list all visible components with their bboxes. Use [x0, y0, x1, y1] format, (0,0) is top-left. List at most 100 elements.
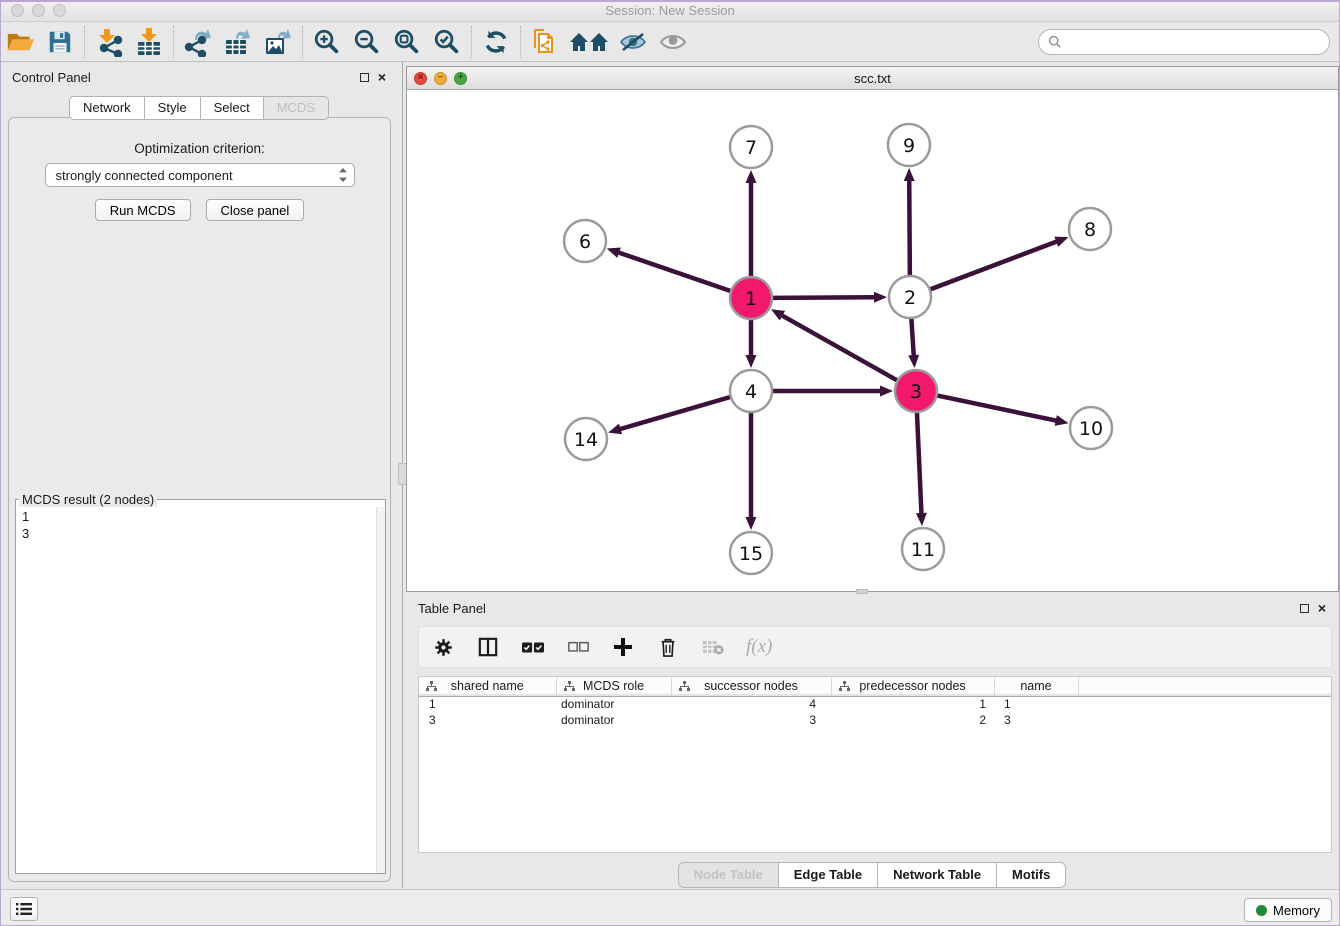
node-table: shared name MCDS role successor nodes pr… [418, 676, 1332, 853]
control-panel-tabs: Network Style Select MCDS [0, 96, 398, 120]
close-panel-icon[interactable]: × [378, 72, 386, 82]
zoom-fit-button[interactable] [387, 25, 427, 59]
close-panel-button[interactable]: Close panel [206, 199, 305, 221]
hierarchy-icon [426, 681, 437, 692]
tab-select[interactable]: Select [201, 96, 264, 120]
select-all-icon [522, 641, 544, 654]
tab-mcds[interactable]: MCDS [264, 96, 329, 120]
columns-icon [478, 637, 498, 657]
tab-network-table[interactable]: Network Table [878, 862, 997, 888]
deselect-all-icon [568, 641, 589, 653]
float-table-panel-icon[interactable] [1300, 604, 1309, 613]
table-panel-title: Table Panel [418, 601, 486, 616]
import-table-icon [134, 27, 164, 57]
column-header-mcds-role[interactable]: MCDS role [556, 677, 671, 696]
zoom-selected-button[interactable] [427, 25, 467, 59]
show-all-button[interactable] [653, 25, 693, 59]
column-header-successor-nodes[interactable]: successor nodes [671, 677, 831, 696]
network-close-button[interactable]: × [414, 72, 427, 85]
graph-node-label-8: 8 [1084, 219, 1096, 241]
graph-arrowhead [916, 513, 927, 526]
function-builder-button[interactable]: f(x) [746, 636, 772, 658]
mcds-result-title: MCDS result (2 nodes) [19, 492, 157, 507]
graph-node-label-4: 4 [745, 381, 757, 403]
table-header-row: shared name MCDS role successor nodes pr… [419, 677, 1331, 696]
graph-edge-3-11[interactable] [917, 413, 922, 515]
column-header-shared-name[interactable]: shared name [419, 677, 556, 696]
table-toolbar: f(x) [418, 626, 1332, 668]
column-header-predecessor-nodes[interactable]: predecessor nodes [831, 677, 994, 696]
tab-network[interactable]: Network [69, 96, 145, 120]
memory-label: Memory [1273, 903, 1320, 918]
eye-icon [658, 29, 688, 55]
graph-arrowhead [880, 386, 893, 397]
import-table-button[interactable] [129, 25, 169, 59]
task-history-button[interactable] [10, 897, 38, 921]
show-columns-button[interactable] [476, 635, 500, 659]
tab-motifs[interactable]: Motifs [997, 862, 1066, 888]
float-panel-icon[interactable] [360, 73, 369, 82]
tab-edge-table[interactable]: Edge Table [779, 862, 878, 888]
deselect-all-rows-button[interactable] [566, 635, 590, 659]
graph-edge-3-10[interactable] [938, 396, 1058, 421]
zoom-out-button[interactable] [347, 25, 387, 59]
save-session-button[interactable] [40, 25, 80, 59]
tab-node-table[interactable]: Node Table [678, 862, 779, 888]
search-field[interactable] [1038, 29, 1330, 55]
graph-edge-4-14[interactable] [619, 397, 730, 429]
toolbar-separator [302, 26, 303, 58]
export-network-button[interactable] [178, 25, 218, 59]
table-settings-button[interactable] [431, 635, 455, 659]
hierarchy-icon [679, 681, 690, 692]
export-table-button[interactable] [218, 25, 258, 59]
hide-selected-button[interactable] [613, 25, 653, 59]
graph-arrowhead [908, 355, 919, 368]
zoom-selected-icon [433, 28, 461, 56]
refresh-view-button[interactable] [476, 25, 516, 59]
table-row[interactable]: 1 dominator 4 1 1 [419, 696, 1331, 712]
hierarchy-icon [839, 681, 850, 692]
network-resize-handle[interactable] [856, 589, 868, 594]
graph-edge-3-1[interactable] [781, 315, 897, 381]
tab-style[interactable]: Style [145, 96, 201, 120]
graph-arrowhead [746, 170, 757, 183]
graph-edge-2-8[interactable] [931, 241, 1059, 289]
zoom-in-icon [313, 28, 341, 56]
select-all-rows-button[interactable] [521, 635, 545, 659]
network-maximize-button[interactable]: + [454, 72, 467, 85]
network-graph[interactable]: 7968124314101511 [407, 90, 1338, 591]
mcds-panel: Optimization criterion: strongly connect… [8, 117, 391, 882]
home-view-button[interactable] [565, 25, 613, 59]
mcds-result-text: 1 3 [16, 507, 385, 543]
delete-table-button[interactable] [701, 635, 725, 659]
graph-edge-1-6[interactable] [617, 252, 730, 291]
zoom-in-button[interactable] [307, 25, 347, 59]
save-floppy-icon [47, 29, 73, 55]
delete-column-button[interactable] [656, 635, 680, 659]
graph-edge-1-2[interactable] [773, 297, 876, 298]
graph-node-label-14: 14 [574, 429, 598, 451]
open-folder-icon [6, 29, 35, 55]
search-input[interactable] [1062, 35, 1329, 50]
graph-edge-2-9[interactable] [909, 179, 910, 275]
graph-arrowhead [608, 424, 622, 435]
open-file-button[interactable] [0, 25, 40, 59]
duplicate-network-icon [530, 27, 560, 57]
select-chevrons-icon [338, 168, 348, 182]
optimization-criterion-select[interactable]: strongly connected component [45, 163, 355, 187]
result-scrollbar[interactable] [376, 507, 385, 873]
export-image-button[interactable] [258, 25, 298, 59]
memory-button[interactable]: Memory [1244, 898, 1332, 922]
export-image-icon [263, 27, 293, 57]
table-row[interactable]: 3 dominator 3 2 3 [419, 712, 1331, 728]
graph-edge-2-3[interactable] [911, 319, 913, 357]
close-table-panel-icon[interactable]: × [1318, 603, 1326, 613]
import-network-button[interactable] [89, 25, 129, 59]
add-column-button[interactable] [611, 635, 635, 659]
duplicate-network-button[interactable] [525, 25, 565, 59]
list-icon [16, 902, 32, 916]
hierarchy-icon [564, 681, 575, 692]
run-mcds-button[interactable]: Run MCDS [95, 199, 191, 221]
network-minimize-button[interactable]: − [434, 72, 447, 85]
column-header-name[interactable]: name [994, 677, 1078, 696]
